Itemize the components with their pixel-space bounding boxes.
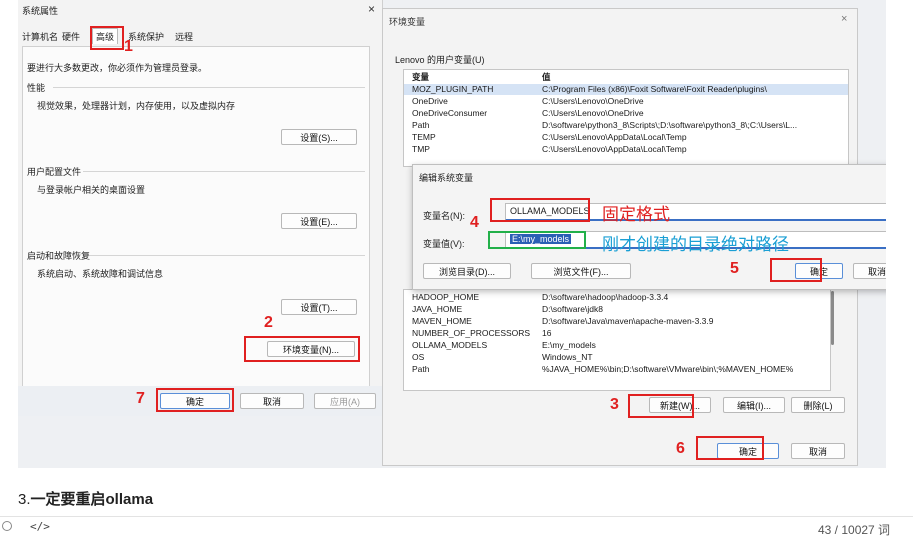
variable-value-label: 变量值(V): bbox=[423, 239, 465, 249]
cancel-button[interactable]: 取消 bbox=[791, 443, 845, 459]
cancel-button[interactable]: 取消 bbox=[853, 263, 886, 279]
step-paragraph: 3.一定要重启ollama bbox=[18, 491, 154, 508]
list-item[interactable]: Path D:\software\python3_8\Scripts\;D:\s… bbox=[404, 120, 848, 131]
tab-computer-name[interactable]: 计算机名 bbox=[22, 30, 58, 43]
step-number: 2 bbox=[264, 314, 273, 331]
user-variables-list[interactable]: 变量 值 MOZ_PLUGIN_PATH C:\Program Files (x… bbox=[403, 69, 849, 167]
performance-label: 性能 bbox=[27, 83, 46, 93]
step-number: 3 bbox=[610, 396, 619, 413]
list-item[interactable]: OLLAMA_MODELS E:\my_models bbox=[404, 340, 830, 351]
highlight-box bbox=[628, 394, 694, 418]
window-title: 环境变量 bbox=[389, 17, 426, 27]
step-number: 6 bbox=[676, 440, 685, 457]
step-number: 4 bbox=[470, 214, 479, 231]
code-icon[interactable]: </> bbox=[30, 520, 50, 533]
column-header-value: 值 bbox=[542, 72, 551, 82]
browse-file-button[interactable]: 浏览文件(F)... bbox=[531, 263, 631, 279]
list-item[interactable]: Path %JAVA_HOME%\bin;D:\software\VMware\… bbox=[404, 364, 830, 375]
group-divider bbox=[89, 255, 365, 256]
list-item[interactable]: MOZ_PLUGIN_PATH C:\Program Files (x86)\F… bbox=[404, 84, 848, 95]
user-variables-label: Lenovo 的用户变量(U) bbox=[395, 55, 485, 65]
list-item[interactable]: OneDriveConsumer C:\Users\Lenovo\OneDriv… bbox=[404, 108, 848, 119]
list-item[interactable]: TMP C:\Users\Lenovo\AppData\Local\Temp bbox=[404, 144, 848, 155]
highlight-box bbox=[696, 436, 764, 460]
column-header-variable: 变量 bbox=[412, 72, 430, 82]
editor-status-bar: </> 43 / 10027 词 bbox=[0, 516, 913, 540]
word-count: 43 / 10027 词 bbox=[818, 523, 891, 537]
scrollbar[interactable] bbox=[831, 291, 834, 345]
startup-recovery-desc: 系统启动、系统故障和调试信息 bbox=[37, 269, 164, 279]
list-item[interactable]: JAVA_HOME D:\software\jdk8 bbox=[404, 304, 830, 315]
delete-variable-button[interactable]: 删除(L) bbox=[791, 397, 845, 413]
highlight-box bbox=[244, 336, 360, 362]
startup-settings-button[interactable]: 设置(T)... bbox=[281, 299, 357, 315]
close-icon[interactable]: × bbox=[841, 13, 847, 25]
annotation-fixed-format: 固定格式 bbox=[602, 205, 670, 224]
list-item[interactable]: NUMBER_OF_PROCESSORS 16 bbox=[404, 328, 830, 339]
highlight-box bbox=[90, 26, 124, 50]
user-profiles-label: 用户配置文件 bbox=[27, 167, 82, 177]
step-number: 7 bbox=[136, 390, 145, 407]
window-title: 系统属性 bbox=[22, 6, 59, 16]
step-number: 1 bbox=[124, 38, 133, 55]
user-profiles-desc: 与登录帐户相关的桌面设置 bbox=[37, 185, 146, 195]
dialog-title: 编辑系统变量 bbox=[419, 173, 474, 183]
list-item[interactable]: HADOOP_HOME D:\software\hadoop\hadoop-3.… bbox=[404, 292, 830, 303]
toggle-icon[interactable] bbox=[2, 521, 12, 531]
apply-button[interactable]: 应用(A) bbox=[314, 393, 376, 409]
cancel-button[interactable]: 取消 bbox=[240, 393, 304, 409]
annotation-path-note: 刚才创建的目录绝对路径 bbox=[602, 235, 789, 254]
highlight-box bbox=[488, 231, 586, 249]
list-item[interactable]: OS Windows_NT bbox=[404, 352, 830, 363]
tab-system-protection[interactable]: 系统保护 bbox=[128, 30, 164, 43]
highlight-box bbox=[156, 388, 234, 412]
list-header: 变量 值 bbox=[404, 72, 848, 83]
startup-recovery-label: 启动和故障恢复 bbox=[27, 251, 91, 261]
edit-variable-button[interactable]: 编辑(I)... bbox=[723, 397, 785, 413]
browse-directory-button[interactable]: 浏览目录(D)... bbox=[423, 263, 511, 279]
highlight-box bbox=[490, 198, 590, 222]
performance-settings-button[interactable]: 设置(S)... bbox=[281, 129, 357, 145]
tab-hardware[interactable]: 硬件 bbox=[62, 30, 80, 43]
highlight-box bbox=[770, 258, 822, 282]
performance-desc: 视觉效果，处理器计划，内存使用，以及虚拟内存 bbox=[37, 101, 236, 111]
profile-settings-button[interactable]: 设置(E)... bbox=[281, 213, 357, 229]
step-number: 5 bbox=[730, 260, 739, 277]
group-divider bbox=[83, 171, 365, 172]
list-item[interactable]: OneDrive C:\Users\Lenovo\OneDrive bbox=[404, 96, 848, 107]
screenshot-image: 系统属性 × 计算机名 硬件 高级 系统保护 远程 要进行大多数更改，你必须作为… bbox=[18, 0, 886, 468]
group-divider bbox=[53, 87, 365, 88]
list-item[interactable]: TEMP C:\Users\Lenovo\AppData\Local\Temp bbox=[404, 132, 848, 143]
variable-name-label: 变量名(N): bbox=[423, 211, 465, 221]
admin-note: 要进行大多数更改，你必须作为管理员登录。 bbox=[27, 63, 208, 73]
tab-remote[interactable]: 远程 bbox=[175, 30, 193, 43]
close-icon[interactable]: × bbox=[368, 2, 375, 16]
list-item[interactable]: MAVEN_HOME D:\software\Java\maven\apache… bbox=[404, 316, 830, 327]
system-variables-list[interactable]: HADOOP_HOME D:\software\hadoop\hadoop-3.… bbox=[403, 289, 831, 391]
